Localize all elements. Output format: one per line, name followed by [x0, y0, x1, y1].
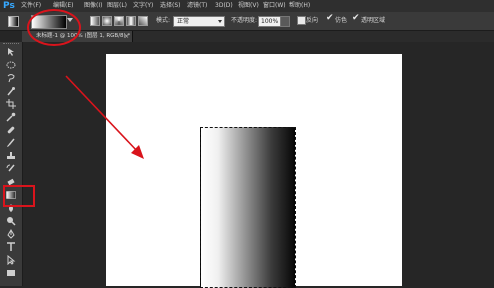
- menu-filter[interactable]: 滤镜(T): [187, 2, 207, 10]
- eyedropper-icon[interactable]: [6, 112, 16, 122]
- rectangle-shape-icon[interactable]: [6, 268, 16, 278]
- path-selection-icon[interactable]: [6, 255, 16, 265]
- opacity-label: 不透明度:: [231, 17, 258, 24]
- opacity-input[interactable]: 100%: [258, 16, 282, 27]
- menu-layer[interactable]: 图层(L): [107, 2, 127, 10]
- tool-preset-icon[interactable]: [8, 16, 19, 27]
- reflected-gradient-icon[interactable]: [126, 16, 136, 26]
- mode-select[interactable]: 正常: [173, 16, 225, 27]
- clone-stamp-icon[interactable]: [6, 151, 16, 161]
- move-icon[interactable]: [6, 47, 16, 57]
- menu-image[interactable]: 图像(I): [84, 2, 102, 10]
- menu-select[interactable]: 选择(S): [160, 2, 181, 10]
- opacity-value: 100%: [261, 18, 279, 25]
- crop-icon[interactable]: [6, 99, 16, 109]
- toolbox-grip[interactable]: [3, 43, 19, 46]
- diamond-gradient-icon[interactable]: [138, 16, 148, 26]
- transparency-check-icon[interactable]: ✔: [352, 13, 360, 23]
- menu-window[interactable]: 窗口(W): [263, 2, 286, 10]
- lasso-icon[interactable]: [6, 73, 16, 83]
- healing-brush-icon[interactable]: [6, 125, 16, 135]
- type-icon[interactable]: [6, 242, 16, 252]
- reverse-label: 反向: [306, 17, 319, 24]
- menu-view[interactable]: 视图(V): [238, 2, 259, 10]
- reverse-checkbox[interactable]: [297, 16, 306, 25]
- dither-label: 仿色: [335, 17, 348, 24]
- marquee-icon[interactable]: [6, 60, 16, 70]
- photoshop-logo: Ps: [3, 1, 15, 11]
- radial-gradient-icon[interactable]: [102, 16, 112, 26]
- angle-gradient-icon[interactable]: [114, 16, 124, 26]
- mode-label: 模式:: [156, 17, 171, 24]
- close-icon[interactable]: ×: [124, 33, 129, 40]
- transparency-label: 透明区域: [361, 17, 386, 24]
- mode-value: 正常: [177, 18, 190, 25]
- menu-3d[interactable]: 3D(D): [215, 2, 233, 10]
- linear-gradient-icon[interactable]: [90, 16, 100, 26]
- menu-type[interactable]: 文字(Y): [133, 2, 153, 10]
- chevron-down-icon: [218, 20, 222, 23]
- opacity-dropdown-button[interactable]: [280, 16, 290, 27]
- menu-help[interactable]: 帮助(H): [289, 2, 310, 10]
- gradient-tool-highlight: [3, 185, 35, 207]
- gradient-picker-highlight: [27, 9, 81, 46]
- pen-icon[interactable]: [6, 229, 16, 239]
- menu-file[interactable]: 文件(F): [21, 2, 41, 10]
- brush-icon[interactable]: [6, 138, 16, 148]
- history-brush-icon[interactable]: [6, 164, 16, 174]
- quick-selection-icon[interactable]: [6, 86, 16, 96]
- gradient-selection[interactable]: [200, 127, 296, 288]
- dither-check-icon[interactable]: ✔: [326, 13, 334, 23]
- dodge-icon[interactable]: [6, 216, 16, 226]
